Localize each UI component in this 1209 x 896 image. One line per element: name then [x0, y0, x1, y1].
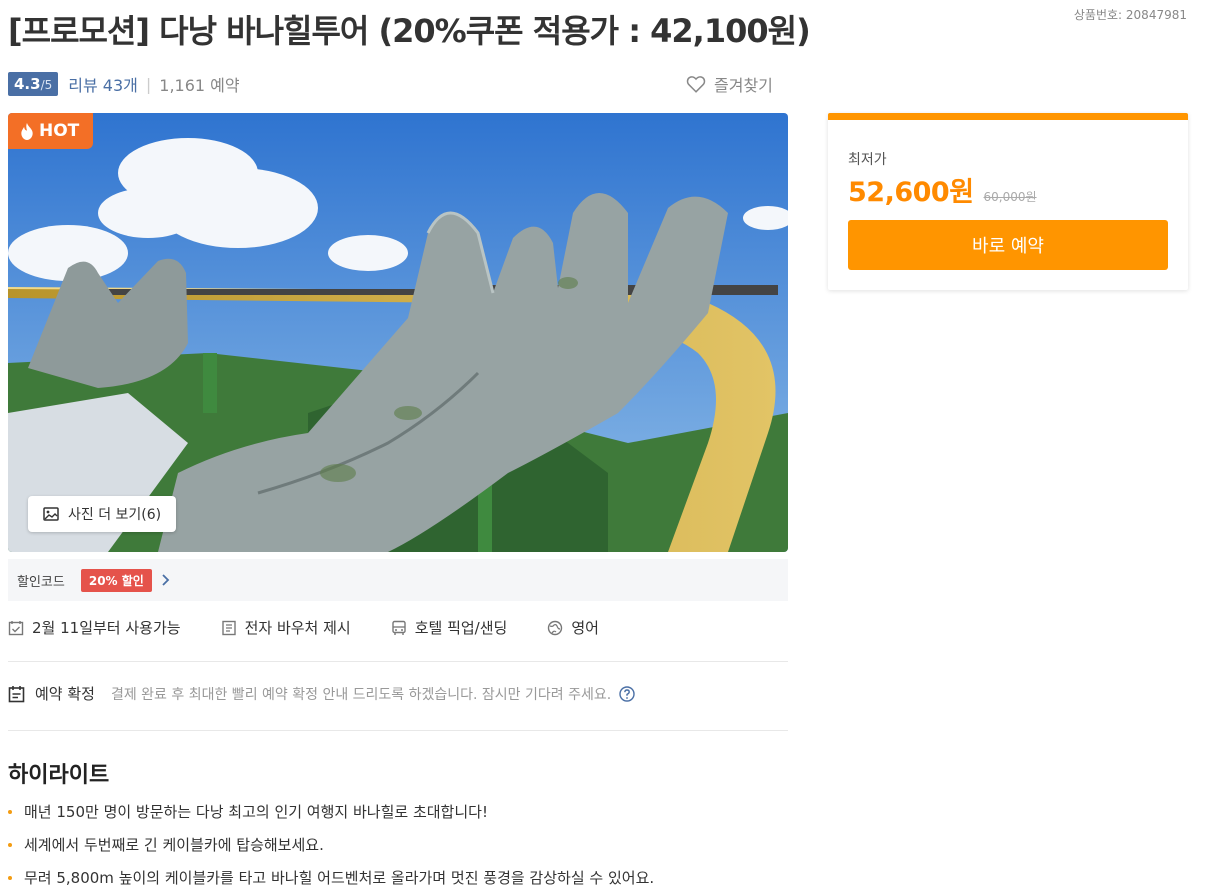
calendar-check-icon [8, 620, 24, 635]
globe-icon [548, 620, 563, 635]
voucher-icon [221, 620, 236, 635]
highlights-title: 하이라이트 [8, 763, 110, 788]
rating-badge: 4.3 /5 [8, 72, 59, 96]
rating-score: 4.3 [14, 75, 41, 93]
coupon-tag: 20% 할인 [80, 568, 152, 592]
price-display: 52,600원 60,000원 [848, 170, 1037, 209]
highlights-list: 매년 150만 명이 방문하는 다낭 최고의 인기 여행지 바나힐로 초대합니다… [8, 800, 654, 896]
fire-icon [21, 122, 33, 140]
rating-max: /5 [40, 78, 53, 92]
coupon-label: 할인코드 [17, 574, 65, 590]
product-code: 상품번호: 20847981 [1073, 8, 1187, 22]
clipboard-icon [8, 685, 25, 702]
confirmation-label: 예약 확정 [35, 685, 95, 703]
feature-label: 영어 [571, 619, 599, 637]
highlight-item: 매년 150만 명이 방문하는 다낭 최고의 인기 여행지 바나힐로 초대합니다… [8, 800, 654, 833]
feature-label: 2월 11일부터 사용가능 [32, 619, 181, 637]
divider [8, 730, 788, 731]
reviews-link[interactable]: 리뷰 43개 [68, 72, 138, 96]
feature-list: 2월 11일부터 사용가능 전자 바우처 제시 호텔 픽업/샌딩 영어 [8, 617, 788, 638]
highlight-item: 무려 5,800m 높이의 케이블카를 타고 바나힐 어드벤처로 올라가며 멋진… [8, 866, 654, 896]
feature-language: 영어 [547, 617, 599, 638]
feature-label: 전자 바우처 제시 [244, 619, 351, 637]
book-now-button[interactable]: 바로 예약 [848, 220, 1168, 270]
feature-usage-date: 2월 11일부터 사용가능 [8, 617, 181, 638]
heart-outline-icon [686, 76, 706, 93]
rating-row: 4.3 /5 리뷰 43개 | 1,161 예약 [8, 70, 240, 98]
chevron-right-icon[interactable] [162, 574, 170, 586]
current-price: 52,600원 [848, 177, 974, 208]
price-card: 최저가 52,600원 60,000원 바로 예약 [828, 113, 1188, 290]
booking-confirmation: 예약 확정 결제 완료 후 최대한 빨리 예약 확정 안내 드리도록 하겠습니다… [8, 683, 788, 704]
original-price: 60,000원 [983, 190, 1037, 204]
feature-voucher: 전자 바우처 제시 [221, 617, 351, 638]
more-photos-label: 사진 더 보기(6) [68, 507, 162, 523]
hot-badge: HOT [8, 113, 94, 149]
feature-pickup: 호텔 픽업/샌딩 [391, 617, 508, 638]
question-circle-icon[interactable] [619, 685, 635, 702]
confirmation-description: 결제 완료 후 최대한 빨리 예약 확정 안내 드리도록 하겠습니다. 잠시만 … [110, 686, 612, 703]
golden-bridge-photo [8, 113, 788, 552]
coupon-bar[interactable]: 할인코드 20% 할인 [8, 559, 788, 601]
bus-icon [392, 620, 406, 635]
favorite-button[interactable]: 즐겨찾기 [686, 72, 773, 96]
separator: | [145, 74, 152, 94]
bookings-count: 1,161 예약 [159, 76, 240, 95]
highlight-item: 세계에서 두번째로 긴 케이블카에 탑승해보세요. [8, 833, 654, 866]
divider [8, 661, 788, 662]
favorite-label: 즐겨찾기 [714, 76, 773, 95]
feature-label: 호텔 픽업/샌딩 [414, 619, 508, 637]
price-label: 최저가 [848, 152, 887, 168]
hot-label: HOT [39, 121, 80, 141]
product-title: [프로모션] 다낭 바나힐투어 (20%쿠폰 적용가 : 42,100원) [8, 12, 811, 50]
more-photos-button[interactable]: 사진 더 보기(6) [28, 496, 177, 532]
image-icon [43, 507, 59, 521]
hero-image[interactable]: HOT 사진 더 보기(6) [8, 113, 788, 552]
